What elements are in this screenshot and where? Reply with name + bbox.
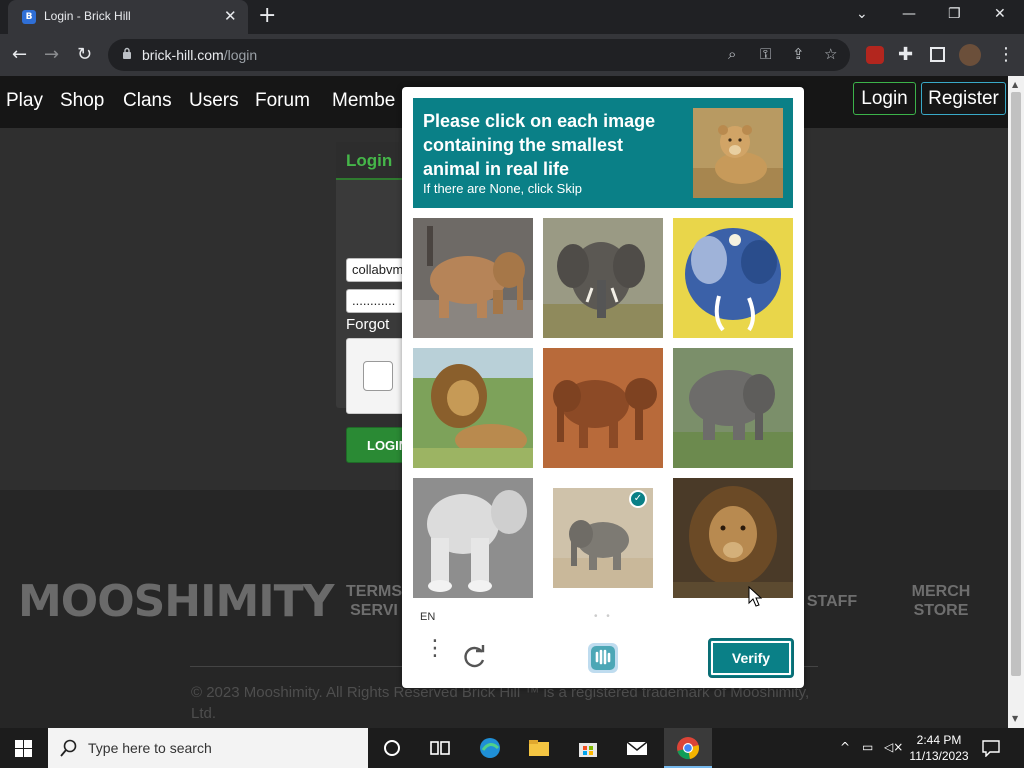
window-close-icon[interactable]: ✕ [994,6,1006,22]
chrome-taskbar-button[interactable] [664,728,712,768]
lion-icon [673,478,793,598]
language-selector[interactable]: EN [420,611,435,623]
scroll-down-arrow-icon[interactable]: ▼ [1012,714,1018,723]
windows-start-icon[interactable] [15,740,32,757]
lock-icon [123,47,131,59]
nav-register-button[interactable]: Register [921,82,1006,115]
address-bar[interactable]: brick-hill.com/login ⌕ ⚿ ⇪ ☆ [108,39,850,71]
nav-play[interactable]: Play [6,90,43,112]
elephant-icon [673,348,793,468]
challenge-header: Please click on each image containing th… [413,98,793,208]
nav-shop[interactable]: Shop [60,90,104,112]
lion-tile-2[interactable] [673,478,793,598]
elephant-tile-4[interactable] [673,348,793,468]
browser-titlebar: B Login - Brick Hill ✕ + ⌄ — ❐ ✕ [0,0,1024,34]
clock-date: 11/13/2023 [909,749,969,763]
selected-check-icon: ✓ [629,490,647,508]
elephant-icon [543,218,663,338]
taskbar-search-placeholder: Type here to search [88,740,212,756]
challenge-prompt: Please click on each image containing th… [423,111,656,179]
hcaptcha-challenge: Please click on each image containing th… [402,87,804,688]
baby-elephant-tile[interactable]: ✓ [553,488,653,588]
profile-avatar[interactable] [959,44,981,66]
tab-search-chevron-icon[interactable]: ⌄ [856,6,868,22]
login-card-title: Login [346,151,393,170]
zoom-search-icon[interactable]: ⌕ [728,45,736,63]
elephant-tile-3[interactable] [543,348,663,468]
notifications-icon[interactable] [982,739,1000,757]
captcha-checkbox[interactable] [363,361,393,391]
challenge-subtext: If there are None, click Skip [423,181,582,196]
file-explorer-icon[interactable] [527,736,551,760]
forgot-password-link[interactable]: Forgot [346,316,389,333]
brick-hill-favicon-icon: B [22,10,36,24]
footer-merch-link[interactable]: MERCH STORE [900,582,982,620]
windows-taskbar: Type here to search ^ ▭ ◁× 2:44 PM 11/13… [0,728,1024,768]
bookmark-star-icon[interactable]: ☆ [824,45,837,63]
page-scrollbar[interactable]: ▲ ▼ [1008,76,1024,728]
back-arrow-icon[interactable]: ← [12,44,27,65]
new-tab-icon[interactable]: + [258,3,276,28]
side-panel-icon[interactable] [930,47,945,62]
restore-icon[interactable]: ❐ [948,6,961,22]
browser-tab[interactable]: B Login - Brick Hill ✕ [8,0,248,34]
elephant-icon [413,218,533,338]
browser-toolbar: ← → ↻ brick-hill.com/login ⌕ ⚿ ⇪ ☆ ✚ ⋮ [0,34,1024,76]
forward-arrow-icon[interactable]: → [44,44,59,65]
edge-icon[interactable] [478,736,502,760]
elephant-tile-2[interactable] [543,218,663,338]
scroll-thumb[interactable] [1011,92,1021,676]
tray-chevron-icon[interactable]: ^ [840,740,850,754]
nav-forum[interactable]: Forum [255,90,310,112]
lion-tile-1[interactable] [413,348,533,468]
elephant-icon [543,348,663,468]
ublock-extension-icon[interactable] [866,46,884,64]
refresh-icon[interactable] [462,644,488,670]
mouse-cursor-icon [748,586,762,607]
clock-time: 2:44 PM [916,733,962,747]
mail-icon[interactable] [625,736,649,760]
tab-close-icon[interactable]: ✕ [224,7,237,25]
volume-muted-icon[interactable]: ◁× [884,740,903,754]
loading-dots: • • [594,611,613,622]
chrome-menu-icon[interactable]: ⋮ [997,44,1015,65]
reload-icon[interactable]: ↻ [77,44,92,65]
extensions-puzzle-icon[interactable]: ✚ [898,44,913,65]
share-icon[interactable]: ⇪ [792,45,805,63]
url-text[interactable]: brick-hill.com/login [142,47,257,63]
menu-dots-icon[interactable]: ⋮ [424,638,446,660]
hcaptcha-logo-icon[interactable] [586,641,620,675]
cortana-icon[interactable] [380,736,404,760]
elephant-tile-1[interactable] [413,218,533,338]
lion-icon [413,348,533,468]
verify-button[interactable]: Verify [708,638,794,678]
password-key-icon[interactable]: ⚿ [760,45,771,63]
elephant-painting-icon [673,218,793,338]
system-clock[interactable]: 2:44 PM 11/13/2023 [906,732,972,764]
url-path: /login [223,47,258,63]
chrome-icon [677,737,699,760]
elephant-statue-icon [413,478,533,598]
tab-title: Login - Brick Hill [44,9,131,23]
minimize-icon[interactable]: — [902,6,916,22]
nav-members[interactable]: Membe [332,90,395,112]
search-icon [60,739,77,757]
url-domain: brick-hill.com [142,47,224,63]
footer-staff-link[interactable]: STAFF [800,592,864,611]
elephant-painting-tile[interactable] [673,218,793,338]
task-view-icon[interactable] [428,736,452,760]
nav-clans[interactable]: Clans [123,90,172,112]
nav-users[interactable]: Users [189,90,239,112]
sample-lioness-image [693,108,783,198]
scroll-up-arrow-icon[interactable]: ▲ [1012,80,1018,89]
nav-login-button[interactable]: Login [853,82,916,115]
footer-logo: MOOSHIMITY [18,576,335,627]
elephant-statue-tile[interactable] [413,478,533,598]
network-icon[interactable]: ▭ [862,740,873,754]
microsoft-store-icon[interactable] [576,736,600,760]
taskbar-search-box[interactable]: Type here to search [48,728,368,768]
footer-copyright: © 2023 Mooshimity. All Rights Reserved B… [191,684,810,722]
